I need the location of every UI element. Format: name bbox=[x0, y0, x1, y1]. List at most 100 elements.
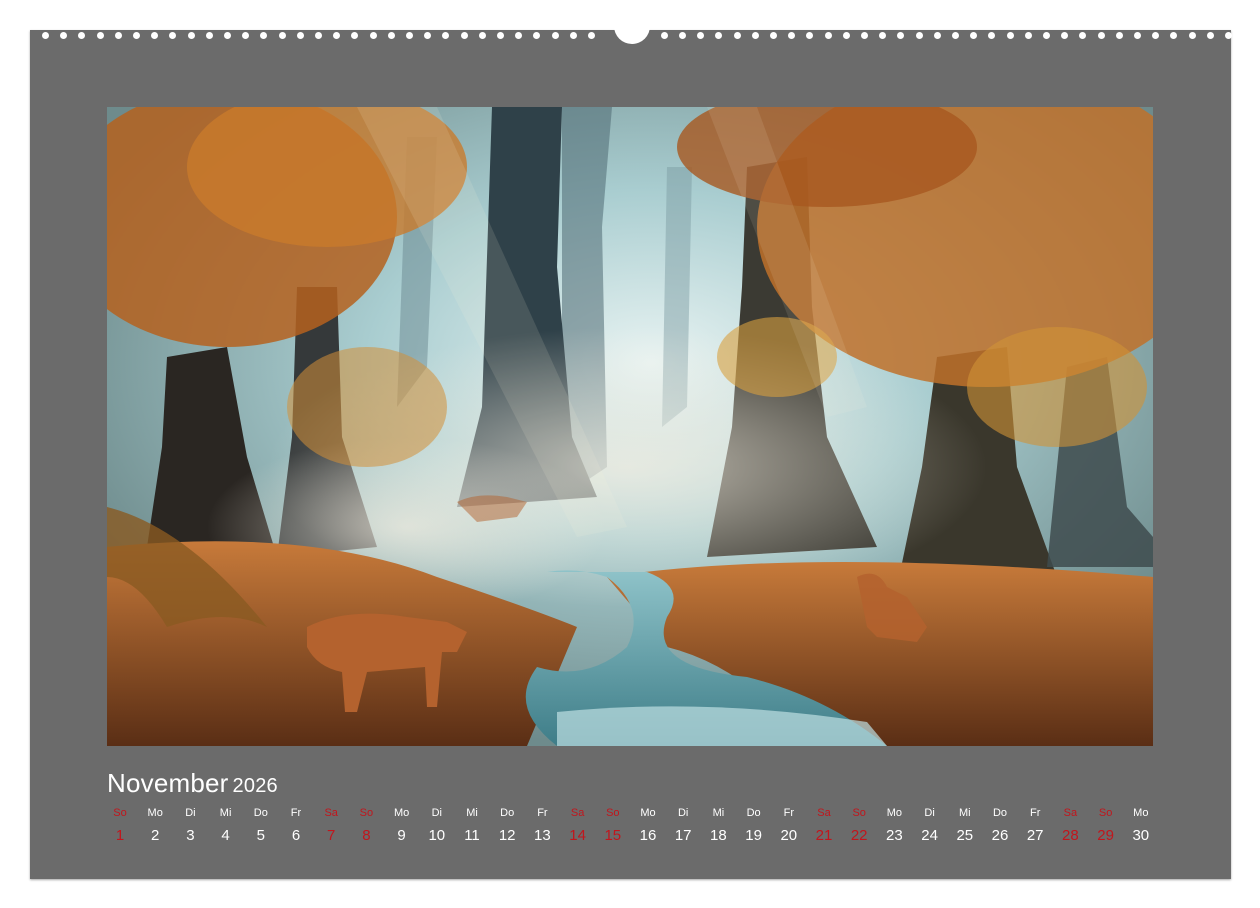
day-number: 4 bbox=[221, 827, 230, 844]
day-cell: Sa 14 bbox=[561, 806, 595, 844]
binding-hole bbox=[60, 32, 68, 39]
binding-hole bbox=[224, 32, 231, 39]
day-number: 1 bbox=[115, 827, 125, 844]
binding-hole bbox=[751, 32, 759, 39]
day-number: 28 bbox=[1062, 827, 1079, 844]
binding-hole bbox=[351, 32, 359, 39]
day-cell: Sa 21 bbox=[807, 806, 841, 844]
spiral-binding bbox=[30, 22, 1232, 48]
binding-hole bbox=[1061, 32, 1069, 39]
binding-hole bbox=[515, 32, 523, 39]
day-number: 6 bbox=[291, 827, 301, 844]
weekday-label: Di bbox=[431, 807, 442, 819]
binding-hole bbox=[697, 32, 705, 39]
binding-hole bbox=[533, 32, 541, 39]
binding-hole bbox=[296, 32, 304, 39]
weekday-label: Fr bbox=[783, 807, 794, 819]
binding-hole bbox=[879, 32, 887, 39]
binding-hole bbox=[315, 32, 322, 39]
day-number: 8 bbox=[362, 827, 371, 844]
day-number: 7 bbox=[327, 827, 336, 844]
binding-hole bbox=[1043, 32, 1050, 39]
weekday-label: Di bbox=[924, 807, 935, 819]
weekday-label: Mi bbox=[219, 807, 232, 819]
weekday-label: Mo bbox=[147, 807, 163, 819]
weekday-label: Do bbox=[500, 807, 515, 819]
weekday-label: Sa bbox=[324, 807, 338, 819]
weekday-label: Sa bbox=[570, 807, 585, 819]
day-cell: Mi 11 bbox=[455, 806, 489, 844]
day-number: 19 bbox=[745, 827, 762, 844]
weekday-label: Sa bbox=[817, 807, 831, 819]
day-cell: Do 12 bbox=[490, 806, 524, 844]
binding-hole bbox=[569, 32, 577, 39]
binding-hole bbox=[42, 32, 49, 39]
day-cell: Fr 6 bbox=[279, 806, 313, 844]
weekday-label: So bbox=[606, 807, 620, 819]
binding-hole bbox=[733, 32, 741, 39]
binding-hole bbox=[1097, 32, 1105, 39]
day-number: 27 bbox=[1026, 827, 1044, 844]
day-number: 23 bbox=[886, 827, 903, 844]
binding-hole bbox=[133, 32, 140, 39]
binding-hole bbox=[551, 32, 559, 39]
day-cell: Do 5 bbox=[244, 806, 278, 844]
binding-hole bbox=[260, 32, 268, 39]
binding-hole bbox=[406, 32, 413, 39]
binding-hole bbox=[788, 32, 796, 39]
binding-hole bbox=[278, 32, 286, 39]
binding-hole bbox=[933, 32, 941, 39]
day-number: 17 bbox=[674, 827, 692, 844]
day-cell: Fr 20 bbox=[772, 806, 806, 844]
weekday-label: Do bbox=[992, 807, 1008, 819]
binding-hole bbox=[770, 32, 777, 39]
day-number: 25 bbox=[956, 827, 974, 844]
binding-hole bbox=[333, 32, 341, 39]
binding-hole bbox=[169, 32, 177, 39]
weekday-label: Fr bbox=[537, 807, 548, 819]
binding-hole bbox=[1079, 32, 1087, 39]
day-cell: Mi 4 bbox=[209, 806, 243, 844]
binding-hole bbox=[1188, 32, 1196, 39]
day-cell: So 1 bbox=[103, 806, 137, 844]
day-cell: So 29 bbox=[1089, 806, 1123, 844]
binding-hole bbox=[78, 32, 86, 39]
binding-hole bbox=[114, 32, 122, 39]
binding-hole bbox=[1170, 32, 1178, 39]
day-number: 24 bbox=[921, 827, 938, 844]
day-number: 14 bbox=[569, 827, 586, 844]
binding-hole bbox=[369, 32, 377, 39]
day-cell: Mo 16 bbox=[631, 806, 665, 844]
binding-hole bbox=[1152, 32, 1160, 39]
year-label: 2026 bbox=[232, 775, 278, 797]
day-number: 30 bbox=[1132, 827, 1150, 844]
binding-hole bbox=[1225, 32, 1232, 39]
day-number: 10 bbox=[428, 827, 446, 844]
day-cell: Mo 2 bbox=[138, 806, 172, 844]
day-cell: Mo 9 bbox=[385, 806, 419, 844]
binding-hole bbox=[1134, 32, 1141, 39]
day-cell: Mi 18 bbox=[701, 806, 735, 844]
weekday-label: Mo bbox=[393, 807, 410, 819]
weekday-label: Fr bbox=[1029, 807, 1041, 819]
forest-fox-painting bbox=[107, 107, 1153, 746]
binding-hole bbox=[242, 32, 250, 39]
day-cell: So 8 bbox=[349, 806, 383, 844]
binding-hole bbox=[151, 32, 159, 39]
day-number: 21 bbox=[815, 827, 833, 844]
binding-hole bbox=[96, 32, 104, 39]
day-cell: Do 19 bbox=[737, 806, 771, 844]
binding-hole bbox=[715, 32, 723, 39]
day-cell: So 22 bbox=[842, 806, 876, 844]
binding-hole bbox=[497, 32, 504, 39]
binding-hole bbox=[424, 32, 432, 39]
binding-hole bbox=[1115, 32, 1123, 39]
day-number: 15 bbox=[604, 827, 622, 844]
month-title: November 2026 bbox=[107, 768, 278, 799]
day-number: 13 bbox=[534, 827, 551, 844]
binding-hole bbox=[806, 32, 814, 39]
day-number: 16 bbox=[639, 827, 657, 844]
day-number: 12 bbox=[498, 827, 516, 844]
binding-hole bbox=[824, 32, 832, 39]
day-cell: Mi 25 bbox=[948, 806, 982, 844]
